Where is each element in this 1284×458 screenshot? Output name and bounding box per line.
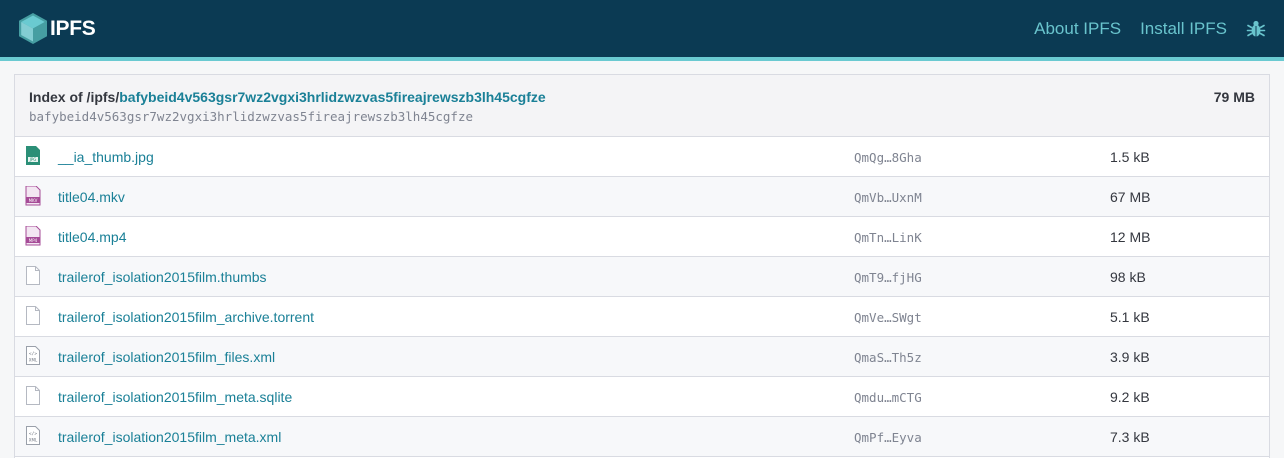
jpg-file-icon: JPG: [26, 146, 40, 165]
file-table: JPG __ia_thumb.jpg QmQg…8Gha 1.5 kB MKV …: [15, 137, 1269, 457]
index-title: Index of /ipfs/bafybeid4v563gsr7wz2vgxi3…: [29, 89, 546, 105]
svg-text:XML: XML: [29, 438, 38, 443]
file-link[interactable]: __ia_thumb.jpg: [58, 149, 154, 165]
listing-header: Index of /ipfs/bafybeid4v563gsr7wz2vgxi3…: [15, 75, 1269, 137]
file-hash[interactable]: QmVb…UxnM: [854, 190, 922, 205]
file-size: 67 MB: [1110, 189, 1151, 205]
file-link[interactable]: trailerof_isolation2015film_meta.sqlite: [58, 389, 292, 405]
file-hash[interactable]: QmTn…LinK: [854, 230, 922, 245]
logo-text: IPFS: [50, 16, 96, 40]
xml-file-icon: </> XML: [26, 346, 40, 365]
file-hash[interactable]: QmPf…Eyva: [854, 430, 922, 445]
file-size: 12 MB: [1110, 229, 1151, 245]
file-hash[interactable]: QmVe…SWgt: [854, 310, 922, 325]
about-ipfs-link[interactable]: About IPFS: [1034, 19, 1121, 39]
svg-text:MP4: MP4: [29, 238, 38, 243]
file-size: 98 kB: [1110, 269, 1146, 285]
directory-listing: Index of /ipfs/bafybeid4v563gsr7wz2vgxi3…: [14, 74, 1270, 458]
generic-file-icon: [26, 266, 40, 285]
svg-text:JPG: JPG: [29, 157, 37, 162]
table-row: trailerof_isolation2015film_archive.torr…: [15, 297, 1269, 337]
bug-report-icon[interactable]: [1246, 19, 1266, 39]
svg-text:</>: </>: [29, 431, 37, 437]
header-nav: About IPFS Install IPFS: [1034, 0, 1284, 57]
svg-text:XML: XML: [29, 358, 38, 363]
mkv-file-icon: MKV: [25, 186, 41, 206]
file-link[interactable]: trailerof_isolation2015film_meta.xml: [58, 429, 281, 445]
file-size: 3.9 kB: [1110, 349, 1150, 365]
table-row: trailerof_isolation2015film.thumbs QmT9……: [15, 257, 1269, 297]
generic-file-icon: [26, 306, 40, 325]
svg-text:MKV: MKV: [29, 198, 38, 203]
install-ipfs-link[interactable]: Install IPFS: [1140, 19, 1227, 39]
file-hash[interactable]: Qmdu…mCTG: [854, 390, 922, 405]
ipfs-logo[interactable]: IPFS: [19, 13, 96, 44]
file-size: 1.5 kB: [1110, 149, 1150, 165]
file-link[interactable]: title04.mkv: [58, 189, 125, 205]
table-row: </> XML trailerof_isolation2015film_file…: [15, 337, 1269, 377]
file-link[interactable]: trailerof_isolation2015film_archive.torr…: [58, 309, 314, 325]
top-header: IPFS About IPFS Install IPFS: [0, 0, 1284, 57]
xml-file-icon: </> XML: [26, 426, 40, 445]
table-row: MP4 title04.mp4 QmTn…LinK 12 MB: [15, 217, 1269, 257]
table-row: </> XML trailerof_isolation2015film_meta…: [15, 417, 1269, 457]
svg-text:</>: </>: [29, 351, 37, 357]
ipfs-cube-icon: [19, 13, 47, 44]
index-prefix: Index of /ipfs/: [29, 89, 120, 105]
file-size: 5.1 kB: [1110, 309, 1150, 325]
cid-link[interactable]: bafybeid4v563gsr7wz2vgxi3hrlidzwzvas5fir…: [119, 89, 545, 105]
table-row: JPG __ia_thumb.jpg QmQg…8Gha 1.5 kB: [15, 137, 1269, 177]
file-link[interactable]: trailerof_isolation2015film.thumbs: [58, 269, 267, 285]
table-row: MKV title04.mkv QmVb…UxnM 67 MB: [15, 177, 1269, 217]
mp4-file-icon: MP4: [25, 226, 41, 246]
file-hash[interactable]: QmT9…fjHG: [854, 270, 922, 285]
generic-file-icon: [26, 386, 40, 405]
header-accent-bar: [0, 57, 1284, 61]
file-link[interactable]: trailerof_isolation2015film_files.xml: [58, 349, 275, 365]
file-size: 9.2 kB: [1110, 389, 1150, 405]
file-size: 7.3 kB: [1110, 429, 1150, 445]
total-size: 79 MB: [1213, 89, 1255, 105]
file-hash[interactable]: QmQg…8Gha: [854, 150, 922, 165]
file-link[interactable]: title04.mp4: [58, 229, 126, 245]
cid-text: bafybeid4v563gsr7wz2vgxi3hrlidzwzvas5fir…: [29, 109, 474, 124]
file-hash[interactable]: QmaS…Th5z: [854, 350, 922, 365]
table-row: trailerof_isolation2015film_meta.sqlite …: [15, 377, 1269, 417]
